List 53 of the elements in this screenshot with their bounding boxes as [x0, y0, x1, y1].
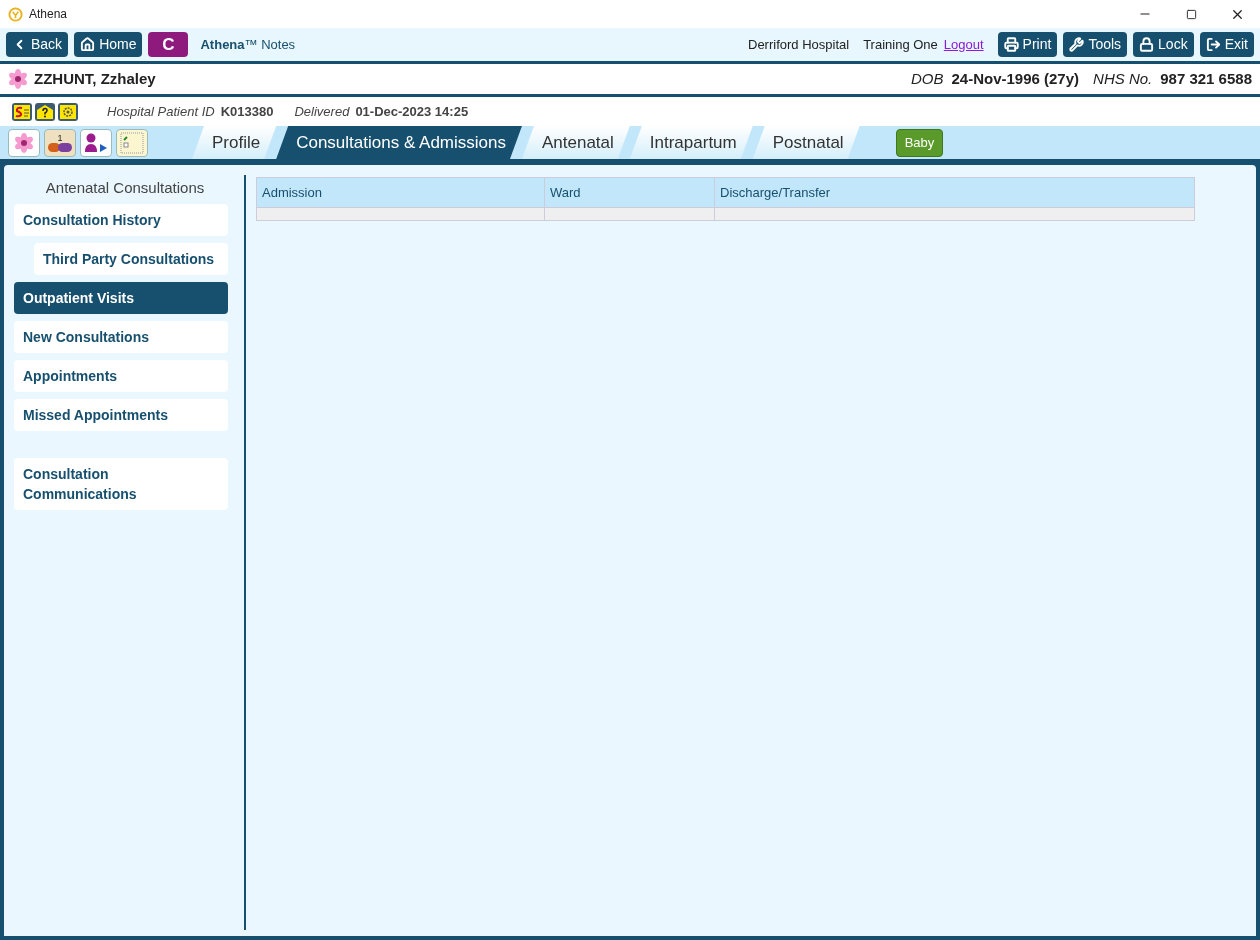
home-icon: [80, 37, 96, 52]
sidebar-item[interactable]: Outpatient Visits: [14, 281, 228, 314]
sidebar-item[interactable]: Consultation History: [14, 203, 228, 236]
section-tab[interactable]: Profile: [192, 126, 277, 159]
sidebar-item[interactable]: Consultation Communications: [14, 457, 228, 510]
help-icon: [35, 102, 55, 121]
section-tab[interactable]: Intrapartum: [629, 126, 753, 159]
flower-icon: [14, 132, 34, 153]
gear-icon: [58, 102, 78, 121]
padlock-icon: [1139, 37, 1155, 52]
sidebar-item[interactable]: Appointments: [14, 359, 228, 392]
home-button[interactable]: Home: [74, 32, 143, 57]
print-button[interactable]: Print: [997, 32, 1058, 57]
user-name: Training One: [863, 35, 938, 54]
maximize-icon: [1185, 8, 1197, 20]
dob-label: DOB: [910, 68, 944, 89]
person-arrow-icon: [83, 131, 109, 154]
delivered-value: 01-Dec-2023 14:25: [355, 102, 469, 121]
logout-link[interactable]: Logout: [943, 34, 984, 55]
person-button[interactable]: [80, 128, 112, 157]
column-header: Admission: [261, 183, 323, 202]
app-logo-icon: [8, 6, 23, 22]
section-tab[interactable]: Postnatal: [752, 126, 860, 159]
section-tab[interactable]: Antenatal: [521, 126, 630, 159]
lock-button[interactable]: Lock: [1133, 32, 1194, 57]
exit-door-icon: [1205, 37, 1221, 52]
section-tab[interactable]: Consultations & Admissions: [276, 126, 522, 159]
sidebar-title: Antenatal Consultations: [44, 178, 206, 198]
c-button[interactable]: C: [148, 32, 189, 57]
exit-button[interactable]: Exit: [1199, 32, 1254, 57]
tools-button[interactable]: Tools: [1063, 32, 1128, 57]
nhs-value: 987 321 6588: [1160, 68, 1252, 89]
dob-value: 24-Nov-1996 (27y): [951, 68, 1080, 89]
capsule-icon: [48, 142, 72, 152]
flower-icon: [8, 69, 28, 89]
sidebar-item[interactable]: New Consultations: [14, 320, 228, 353]
delivered-label: Delivered: [294, 102, 350, 121]
window-title: Athena: [29, 6, 68, 23]
sidebar-item[interactable]: Missed Appointments: [14, 398, 228, 431]
patient-name: ZZHUNT, Zzhaley: [34, 68, 156, 89]
sidebar-item[interactable]: Third Party Consultations: [34, 242, 228, 275]
flower-button[interactable]: [8, 128, 40, 157]
notepad-icon: [120, 131, 144, 154]
medication-button[interactable]: 1: [44, 128, 76, 157]
medication-count: 1: [57, 133, 63, 143]
printer-icon: [1003, 37, 1019, 52]
patient-id-label: Hospital Patient ID: [107, 102, 215, 121]
app-name: Athena™ Notes: [200, 35, 296, 54]
patient-id-value: K013380: [220, 102, 274, 121]
nhs-label: NHS No.: [1093, 68, 1153, 89]
hospital-name: Derriford Hospital: [748, 35, 850, 54]
back-button[interactable]: Back: [6, 32, 69, 57]
wrench-icon: [1069, 37, 1085, 52]
